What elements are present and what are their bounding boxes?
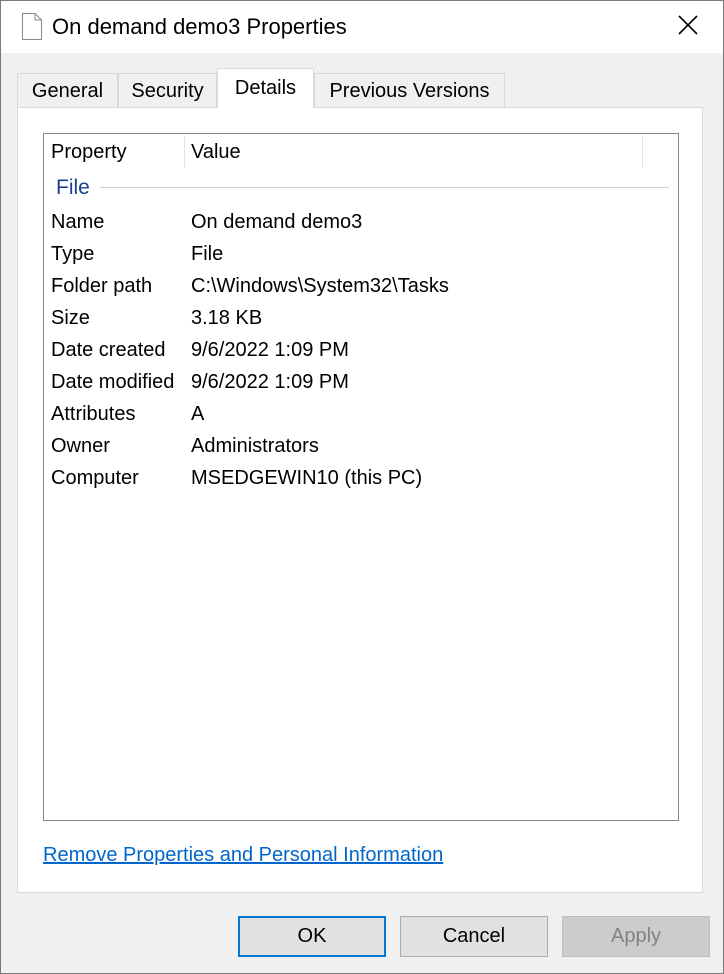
property-value: C:\Windows\System32\Tasks	[191, 275, 449, 297]
property-value: 3.18 KB	[191, 307, 263, 329]
property-value: Administrators	[191, 435, 319, 457]
close-button[interactable]	[665, 9, 711, 45]
property-value: A	[191, 403, 205, 425]
tab-details[interactable]: Details	[217, 68, 314, 108]
column-separator[interactable]	[184, 136, 185, 168]
title-bar: On demand demo3 Properties	[1, 1, 723, 53]
property-value: MSEDGEWIN10 (this PC)	[191, 467, 423, 489]
property-name: Type	[51, 243, 95, 265]
remove-properties-link[interactable]: Remove Properties and Personal Informati…	[43, 841, 443, 869]
property-row-type[interactable]: Type File	[44, 238, 678, 270]
property-name: Date created	[51, 339, 166, 361]
details-list[interactable]: Property Value File Name On demand demo3…	[43, 133, 679, 821]
details-panel: Property Value File Name On demand demo3…	[17, 107, 703, 893]
column-header-value[interactable]: Value	[191, 134, 241, 170]
group-divider	[100, 187, 669, 188]
property-name: Attributes	[51, 403, 136, 425]
tab-security[interactable]: Security	[118, 73, 217, 107]
property-name: Size	[51, 307, 90, 329]
property-value: File	[191, 243, 224, 265]
properties-dialog: On demand demo3 Properties General Secur…	[0, 0, 724, 974]
property-row-attributes[interactable]: Attributes A	[44, 398, 678, 430]
column-header-property[interactable]: Property	[51, 134, 127, 170]
tab-previous-versions[interactable]: Previous Versions	[314, 73, 505, 107]
group-header-file[interactable]: File	[56, 174, 669, 202]
property-row-computer[interactable]: Computer MSEDGEWIN10 (this PC)	[44, 462, 678, 494]
property-row-date-created[interactable]: Date created 9/6/2022 1:09 PM	[44, 334, 678, 366]
property-name: Date modified	[51, 371, 175, 393]
apply-button[interactable]: Apply	[562, 916, 710, 957]
property-value: 9/6/2022 1:09 PM	[191, 371, 349, 393]
close-icon	[678, 14, 698, 40]
tab-strip: General Security Details Previous Versio…	[17, 68, 717, 108]
property-value: 9/6/2022 1:09 PM	[191, 339, 349, 361]
property-row-owner[interactable]: Owner Administrators	[44, 430, 678, 462]
tab-general[interactable]: General	[17, 73, 118, 107]
document-icon	[22, 13, 42, 40]
property-value: On demand demo3	[191, 211, 363, 233]
property-row-name[interactable]: Name On demand demo3	[44, 206, 678, 238]
property-name: Folder path	[51, 275, 153, 297]
column-separator[interactable]	[642, 136, 643, 168]
property-row-date-modified[interactable]: Date modified 9/6/2022 1:09 PM	[44, 366, 678, 398]
property-name: Owner	[51, 435, 110, 457]
property-name: Computer	[51, 467, 139, 489]
window-title: On demand demo3 Properties	[52, 14, 347, 39]
property-name: Name	[51, 211, 105, 233]
cancel-button[interactable]: Cancel	[400, 916, 548, 957]
property-row-size[interactable]: Size 3.18 KB	[44, 302, 678, 334]
group-label: File	[56, 176, 90, 199]
ok-button[interactable]: OK	[238, 916, 386, 957]
property-row-folder-path[interactable]: Folder path C:\Windows\System32\Tasks	[44, 270, 678, 302]
